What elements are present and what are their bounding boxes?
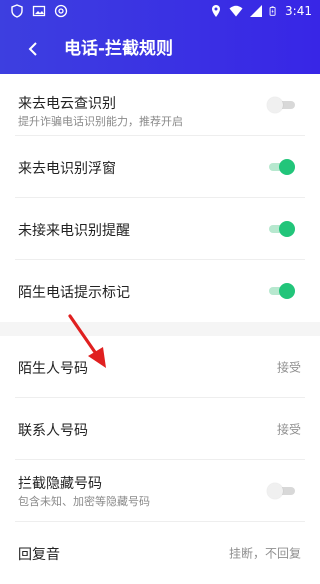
setting-subtitle: 包含未知、加密等隐藏号码 — [18, 495, 150, 508]
setting-title: 未接来电识别提醒 — [18, 223, 130, 239]
stranger-call-mark-toggle[interactable] — [267, 283, 295, 299]
setting-caller-id-popup[interactable]: 来去电识别浮窗 — [15, 136, 305, 198]
header-bar: 3:41 电话-拦截规则 — [0, 0, 320, 74]
setting-cloud-caller-id[interactable]: 来去电云查识别 提升诈骗电话识别能力，推荐开启 — [15, 74, 305, 136]
setting-value: 接受 — [276, 360, 301, 374]
status-time: 3:41 — [285, 4, 312, 18]
setting-title: 来去电识别浮窗 — [18, 161, 116, 177]
chevron-left-icon — [28, 42, 37, 56]
missed-call-reminder-toggle[interactable] — [267, 220, 295, 237]
battery-icon — [269, 6, 276, 16]
setting-reply-tone[interactable]: 回复音 挂断，不回复 — [15, 522, 305, 584]
setting-missed-call-reminder[interactable]: 未接来电识别提醒 — [15, 198, 305, 260]
setting-title: 回复音 — [18, 547, 60, 563]
nav-bar: 电话-拦截规则 — [0, 24, 320, 74]
caller-id-popup-toggle[interactable] — [267, 158, 295, 175]
page-title: 电话-拦截规则 — [64, 39, 174, 59]
setting-stranger-number[interactable]: 陌生人号码 接受 — [15, 336, 305, 398]
setting-title: 来去电云查识别 — [18, 96, 116, 112]
image-icon — [32, 5, 46, 17]
setting-contact-number[interactable]: 联系人号码 接受 — [15, 398, 305, 460]
wifi-icon — [229, 5, 243, 17]
location-icon — [212, 5, 221, 17]
setting-title: 联系人号码 — [18, 423, 88, 439]
shield-icon — [11, 4, 23, 18]
setting-subtitle: 提升诈骗电话识别能力，推荐开启 — [18, 115, 183, 128]
status-bar: 3:41 — [0, 0, 320, 24]
setting-stranger-call-mark[interactable]: 陌生电话提示标记 — [15, 260, 305, 322]
setting-title: 陌生电话提示标记 — [18, 285, 130, 301]
block-hidden-number-toggle[interactable] — [267, 482, 295, 499]
cloud-caller-id-toggle[interactable] — [267, 96, 295, 113]
setting-value: 接受 — [276, 422, 301, 436]
settings-list: 来去电云查识别 提升诈骗电话识别能力，推荐开启 来去电识别浮窗 未接来电识别提醒… — [0, 74, 320, 584]
back-button[interactable] — [20, 36, 46, 62]
at-sign-icon — [54, 4, 68, 18]
signal-icon — [250, 5, 263, 17]
setting-block-hidden-number[interactable]: 拦截隐藏号码 包含未知、加密等隐藏号码 — [15, 460, 305, 522]
setting-title: 拦截隐藏号码 — [18, 476, 102, 492]
setting-value: 挂断，不回复 — [228, 546, 301, 561]
red-arrow-annotation — [68, 314, 106, 368]
section-divider — [0, 322, 320, 336]
